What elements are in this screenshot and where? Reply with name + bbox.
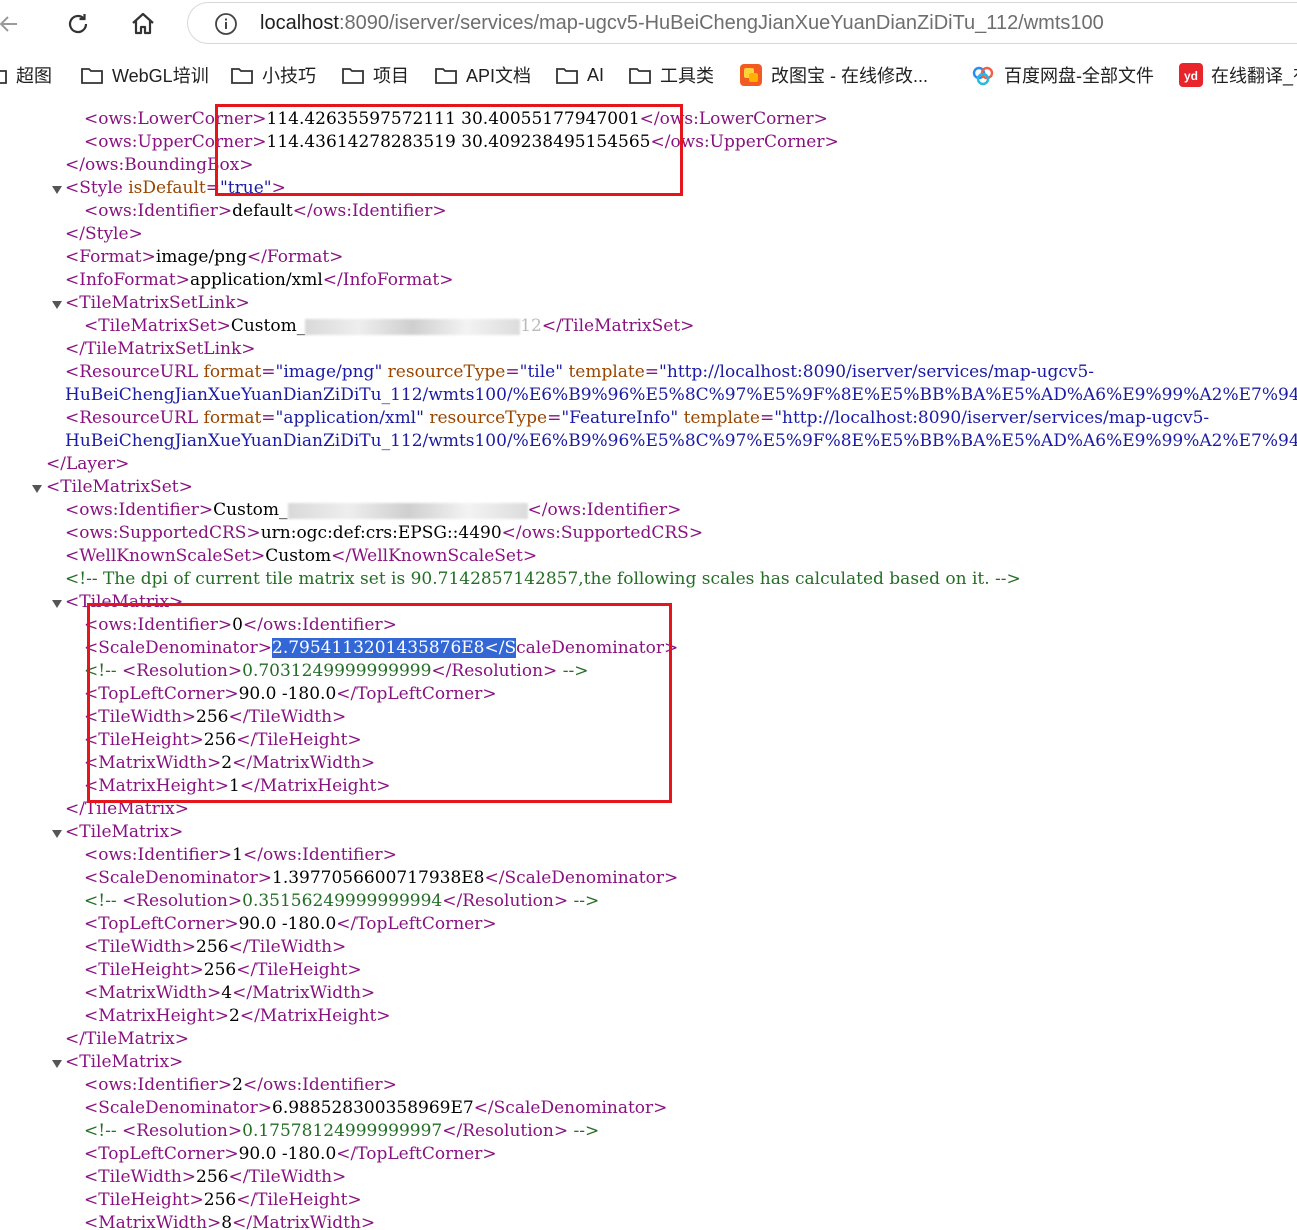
xml-line-tmsl-open: <TileMatrixSetLink> [65,293,250,313]
bookmark-label: WebGL培训 [112,66,209,86]
xml-line-tm-tilewidth: <TileWidth>256</TileWidth> [84,937,347,957]
collapse-triangle-icon[interactable] [31,484,43,494]
site-info-icon[interactable] [214,12,238,41]
xml-line-tm-topleft: <TopLeftCorner>90.0 -180.0</TopLeftCorne… [84,914,497,934]
address-url[interactable]: localhost:8090/iserver/services/map-ugcv… [260,12,1104,35]
xml-line-resourceurl-featureinfo: <ResourceURL format="application/xml" re… [65,408,1210,428]
xml-line-tilematrix-open: <TileMatrix> [65,822,184,842]
address-bar[interactable]: localhost:8090/iserver/services/map-ugcv… [187,2,1297,44]
xml-line-tm-tileheight: <TileHeight>256</TileHeight> [84,1190,362,1210]
bookmark-folder-chaotu[interactable]: 超图 [0,57,52,93]
xml-line-tilematrixset-identifier: <ows:Identifier>Custom_ </ows:Identifier> [65,500,682,520]
xml-line-tm-resolution: <!-- <Resolution>0.35156249999999994</Re… [84,891,600,911]
xml-line-tilematrixset-open: <TileMatrixSet> [46,477,193,497]
collapse-triangle-icon[interactable] [51,185,63,195]
folder-icon [0,65,8,85]
bookmark-folder-ai[interactable]: AI [555,57,604,93]
xml-line-tm-matrixheight: <MatrixHeight>2</MatrixHeight> [84,1006,391,1026]
back-button[interactable] [0,7,26,41]
bookmark-folder-tips[interactable]: 小技巧 [230,57,316,93]
bookmark-folder-projects[interactable]: 项目 [341,57,409,93]
bookmark-label: 百度网盘-全部文件 [1004,66,1154,86]
bookmark-label: AI [587,64,605,85]
home-icon [132,12,154,35]
xml-line-resourceurl-tile: <ResourceURL format="image/png" resource… [65,362,1095,382]
bookmark-label: 在线翻译_有 [1211,66,1297,86]
xml-line-tm-topleft: <TopLeftCorner>90.0 -180.0</TopLeftCorne… [84,1144,497,1164]
xml-line-resourceurl-featureinfo-cont: HuBeiChengJianXueYuanDianZiDiTu_112/wmts… [65,431,1297,451]
xml-line-tm-matrixwidth: <MatrixWidth>8</MatrixWidth> [84,1213,376,1230]
xml-line-tm-identifier: <ows:Identifier>1</ows:Identifier> [84,845,397,865]
xml-line-tm-tilewidth: <TileWidth>256</TileWidth> [84,1167,347,1187]
blurred-text [287,502,528,519]
bookmark-folder-tools[interactable]: 工具类 [628,57,714,93]
folder-icon [341,65,365,85]
collapse-triangle-icon[interactable] [51,599,63,609]
folder-icon [230,65,254,85]
xml-line-tm-identifier: <ows:Identifier>2</ows:Identifier> [84,1075,397,1095]
bookmark-label: 工具类 [660,66,714,86]
xml-line-tilematrix-close: </TileMatrix> [65,1029,190,1049]
xml-line-tm-tileheight: <TileHeight>256</TileHeight> [84,960,362,980]
bookmark-youdao-translate[interactable]: yd 在线翻译_有 [1179,57,1297,93]
bookmark-label: API文档 [466,66,532,86]
bookmark-baidu-netdisk[interactable]: 百度网盘-全部文件 [970,57,1154,93]
xml-line-tm-matrixwidth: <MatrixWidth>4</MatrixWidth> [84,983,376,1003]
xml-line-resourceurl-tile-cont: HuBeiChengJianXueYuanDianZiDiTu_112/wmts… [65,385,1297,405]
back-arrow-icon [0,16,17,32]
bookmark-gaitubao[interactable]: 改图宝 - 在线修改... [739,57,928,93]
xml-line-supportedcrs: <ows:SupportedCRS>urn:ogc:def:crs:EPSG::… [65,523,704,543]
xml-line-style-close: </Style> [65,224,143,244]
baidu-netdisk-icon [970,64,996,86]
xml-line-infoformat: <InfoFormat>application/xml</InfoFormat> [65,270,454,290]
folder-icon [628,65,652,85]
bookmark-folder-api-docs[interactable]: API文档 [434,57,531,93]
folder-icon [434,65,458,85]
xml-line-tmsl-value: <TileMatrixSet>Custom_ 12</TileMatrixSet> [84,316,695,336]
xml-line-wellknownscaleset: <WellKnownScaleSet>Custom</WellKnownScal… [65,546,538,566]
folder-icon [555,65,579,85]
collapse-triangle-icon[interactable] [51,1059,63,1069]
collapse-triangle-icon[interactable] [51,300,63,310]
reload-icon [68,14,88,34]
bookmark-label: 小技巧 [262,66,316,86]
blurred-text [305,318,521,335]
svg-text:yd: yd [1184,69,1198,83]
gaitubao-icon [739,63,763,87]
highlight-box-tile-matrix-0 [87,603,672,803]
highlight-box-bounding-box [215,104,683,196]
xml-line-style-identifier: <ows:Identifier>default</ows:Identifier> [84,201,447,221]
bookmark-label: 超图 [16,66,52,86]
xml-line-format: <Format>image/png</Format> [65,247,344,267]
xml-line-layer-close: </Layer> [46,454,130,474]
xml-line-tilematrix-open: <TileMatrix> [65,1052,184,1072]
folder-icon [80,65,104,85]
bookmarks-bar: 超图 WebGL培训 小技巧 项目 API文档 AI 工具类 改图宝 - 在线修… [0,57,1297,93]
bookmark-label: 项目 [373,66,409,86]
xml-line-tmsl-close: </TileMatrixSetLink> [65,339,256,359]
xml-line-dpi-comment: <!-- The dpi of current tile matrix set … [65,569,1021,589]
xml-line-tm-scale: <ScaleDenominator>1.3977056600717938E8</… [84,868,679,888]
home-button[interactable] [126,7,160,41]
collapse-triangle-icon[interactable] [51,829,63,839]
browser-toolbar: localhost:8090/iserver/services/map-ugcv… [0,0,1297,48]
reload-button[interactable] [61,7,95,41]
xml-line-tm-scale: <ScaleDenominator>6.988528300358969E7</S… [84,1098,668,1118]
bookmark-folder-webgl[interactable]: WebGL培训 [80,57,209,93]
xml-line-tm-resolution: <!-- <Resolution>0.17578124999999997</Re… [84,1121,600,1141]
youdao-icon: yd [1179,63,1203,87]
bookmark-label: 改图宝 - 在线修改... [771,66,928,86]
